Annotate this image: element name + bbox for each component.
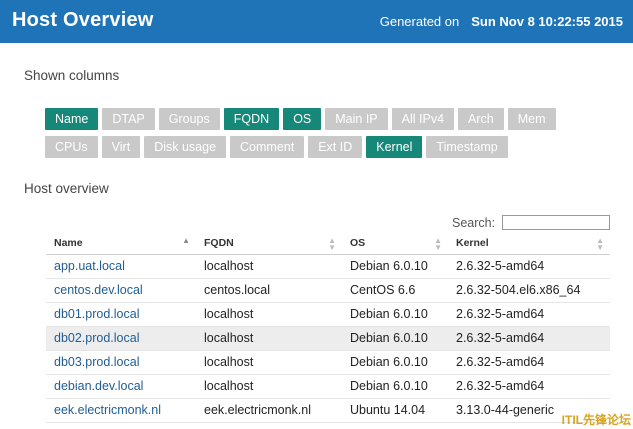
search-area: Search:: [452, 215, 610, 230]
column-toggle-groups[interactable]: Groups: [158, 108, 220, 130]
kernel-cell: 2.6.32-504.el6.x86_64: [448, 278, 610, 303]
sort-both-icon: ▲ ▼: [328, 236, 336, 252]
os-cell: Debian 6.0.10: [342, 350, 448, 375]
generated-date: Sun Nov 8 10:22:55 2015: [471, 14, 623, 29]
table-row: app.uat.local localhost Debian 6.0.10 2.6.3…: [46, 254, 610, 279]
sort-both-icon: ▲ ▼: [596, 236, 604, 252]
host-table: Name ▲ FQDN ▲ ▼ OS ▲ ▼ Kernel ▲ ▼ app.uat.local…: [46, 232, 610, 423]
fqdn-cell: localhost: [196, 374, 342, 399]
host-name-link[interactable]: db03.prod.local: [46, 350, 196, 375]
host-name-link[interactable]: eek.electricmonk.nl: [46, 398, 196, 423]
table-row: db03.prod.local localhost Debian 6.0.10 2.6…: [46, 350, 610, 375]
kernel-cell: 2.6.32-5-amd64: [448, 254, 610, 279]
table-header-row: Name ▲ FQDN ▲ ▼ OS ▲ ▼ Kernel ▲ ▼: [46, 232, 610, 255]
page-header: Host Overview Generated on Sun Nov 8 10:2…: [0, 0, 633, 43]
table-row: debian.dev.local localhost Debian 6.0.10 2.…: [46, 374, 610, 399]
host-name-link[interactable]: db02.prod.local: [46, 326, 196, 351]
kernel-cell: 2.6.32-5-amd64: [448, 302, 610, 327]
host-name-link[interactable]: centos.dev.local: [46, 278, 196, 303]
column-toggle-dtap[interactable]: DTAP: [102, 108, 155, 130]
column-toggle-virt[interactable]: Virt: [101, 136, 141, 158]
os-cell: Debian 6.0.10: [342, 374, 448, 399]
kernel-cell: 2.6.32-5-amd64: [448, 326, 610, 351]
fqdn-cell: localhost: [196, 254, 342, 279]
column-toggle-os[interactable]: OS: [283, 108, 322, 130]
os-cell: CentOS 6.6: [342, 278, 448, 303]
fqdn-cell: localhost: [196, 326, 342, 351]
os-cell: Debian 6.0.10: [342, 254, 448, 279]
sort-both-icon: ▲ ▼: [434, 236, 442, 252]
fqdn-cell: centos.local: [196, 278, 342, 303]
column-toggle-fqdn[interactable]: FQDN: [223, 108, 280, 130]
generated-info: Generated on Sun Nov 8 10:22:55 2015: [380, 14, 623, 29]
column-toggle-kernel[interactable]: Kernel: [366, 136, 423, 158]
column-toggle-main-ip[interactable]: Main IP: [325, 108, 388, 130]
column-toggle-cpus[interactable]: CPUs: [45, 136, 98, 158]
column-header-name[interactable]: Name ▲: [46, 232, 196, 255]
fqdn-cell: eek.electricmonk.nl: [196, 398, 342, 423]
column-toggle-arch[interactable]: Arch: [458, 108, 504, 130]
search-input[interactable]: [502, 215, 610, 230]
column-header-os[interactable]: OS ▲ ▼: [342, 232, 448, 255]
fqdn-cell: localhost: [196, 302, 342, 327]
watermark-logo: ITIL先锋论坛: [561, 413, 631, 427]
os-cell: Debian 6.0.10: [342, 326, 448, 351]
kernel-cell: 2.6.32-5-amd64: [448, 374, 610, 399]
table-row: centos.dev.local centos.local CentOS 6.6 2.…: [46, 278, 610, 303]
host-name-link[interactable]: debian.dev.local: [46, 374, 196, 399]
column-toggle-name[interactable]: Name: [45, 108, 99, 130]
column-header-fqdn[interactable]: FQDN ▲ ▼: [196, 232, 342, 255]
column-toggle-comment[interactable]: Comment: [230, 136, 305, 158]
table-row: db02.prod.local localhost Debian 6.0.10 2.6…: [46, 326, 610, 351]
fqdn-cell: localhost: [196, 350, 342, 375]
column-toggle-row-1: Name DTAP Groups FQDN OS Main IP All IPv4 Arch M…: [45, 108, 605, 136]
table-row: eek.electricmonk.nl eek.electricmonk.nl Ub…: [46, 398, 610, 423]
column-toggle-row-2: CPUs Virt Disk usage Comment Ext ID Kernel Tim…: [45, 136, 605, 164]
column-toggle-ext-id[interactable]: Ext ID: [308, 136, 363, 158]
column-toggle-all-ipv4[interactable]: All IPv4: [391, 108, 455, 130]
os-cell: Debian 6.0.10: [342, 302, 448, 327]
os-cell: Ubuntu 14.04: [342, 398, 448, 423]
host-overview-title: Host overview: [24, 181, 109, 196]
column-header-label: OS: [350, 236, 366, 249]
host-name-link[interactable]: db01.prod.local: [46, 302, 196, 327]
column-header-label: Kernel: [456, 236, 489, 249]
search-label: Search:: [452, 216, 496, 230]
column-header-label: Name: [54, 236, 83, 249]
sort-asc-icon: ▲: [182, 236, 190, 245]
column-header-label: FQDN: [204, 236, 234, 249]
kernel-cell: 2.6.32-5-amd64: [448, 350, 610, 375]
column-toggle-mem[interactable]: Mem: [507, 108, 556, 130]
table-row: db01.prod.local localhost Debian 6.0.10 2.6…: [46, 302, 610, 327]
shown-columns-title: Shown columns: [24, 68, 120, 83]
generated-label: Generated on: [379, 14, 460, 29]
host-name-link[interactable]: app.uat.local: [46, 254, 196, 279]
page-title: Host Overview: [12, 9, 154, 31]
column-toggle-timestamp[interactable]: Timestamp: [426, 136, 508, 158]
column-header-kernel[interactable]: Kernel ▲ ▼: [448, 232, 610, 255]
column-toggle-disk-usage[interactable]: Disk usage: [144, 136, 227, 158]
